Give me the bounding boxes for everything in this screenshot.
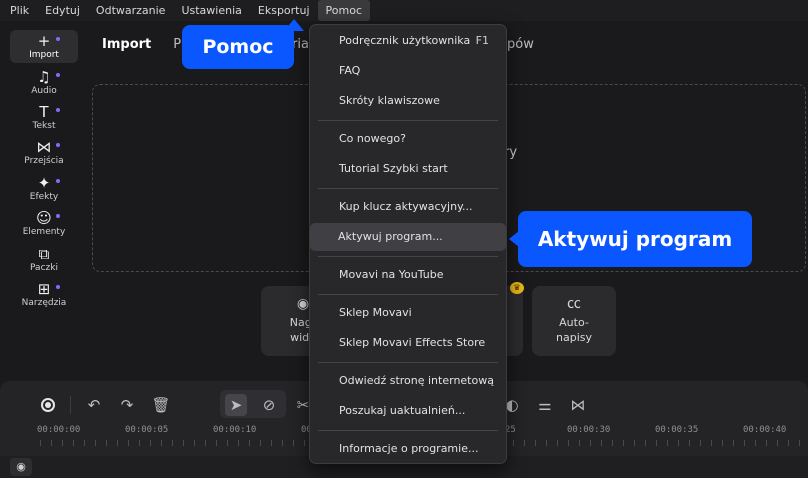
menu-item-movavi-store[interactable]: Sklep Movavi (311, 299, 505, 327)
menu-file[interactable]: Plik (0, 0, 37, 21)
menu-item-about[interactable]: Informacje o programie... (311, 435, 505, 463)
new-badge-dot (56, 179, 60, 183)
menu-separator (318, 120, 498, 121)
redo-button[interactable]: ↷ (116, 394, 138, 416)
sidebar-item-label: Audio (31, 86, 57, 96)
new-badge-dot (56, 214, 60, 218)
menu-item-user-manual[interactable]: Podręcznik użytkownika F1 (311, 27, 505, 55)
new-badge-dot (56, 73, 60, 77)
transitions-icon: ⋈ (36, 138, 52, 156)
new-badge-dot (56, 37, 60, 41)
select-tool-button[interactable]: ➤ (225, 394, 247, 416)
sidebar-item-label: Paczki (30, 263, 58, 273)
menu-item-whats-new[interactable]: Co nowego? (311, 125, 505, 153)
scissors-icon: ✂ (296, 396, 310, 414)
ruler-label: 00:00:40 (743, 425, 787, 435)
sidebar-item-elements[interactable]: ☺ Elementy (10, 207, 78, 240)
sidebar-item-label: Tekst (32, 121, 56, 131)
menu-export[interactable]: Eksportuj (250, 0, 318, 21)
sidebar-item-transitions[interactable]: ⋈ Przejścia (10, 136, 78, 169)
bowtie-icon: ⋈ (570, 396, 586, 414)
menu-separator (318, 256, 498, 257)
ruler-label: 00:00:00 (37, 425, 81, 435)
menu-playback[interactable]: Odtwarzanie (88, 0, 174, 21)
auto-captions-card[interactable]: ㏄ Auto- napisy (532, 286, 616, 356)
menu-item-keyboard-shortcuts[interactable]: Skróty klawiszowe (311, 87, 505, 115)
sidebar-item-text[interactable]: T Tekst (10, 101, 78, 134)
left-sidebar: + Import ♫ Audio T Tekst ⋈ Przejścia ✦ E… (0, 22, 88, 380)
menu-item-buy-activation-key[interactable]: Kup klucz aktywacyjny... (311, 193, 505, 221)
menu-item-quick-start-tutorial[interactable]: Tutorial Szybki start (311, 155, 505, 183)
undo-button[interactable]: ↶ (83, 394, 105, 416)
menu-bar: Plik Edytuj Odtwarzanie Ustawienia Ekspo… (0, 0, 808, 21)
plus-icon: + (37, 32, 51, 50)
record-icon (41, 398, 55, 412)
tools-icon: ⊞ (37, 280, 51, 298)
sidebar-item-import[interactable]: + Import (10, 30, 78, 63)
menu-edit[interactable]: Edytuj (37, 0, 88, 21)
menu-item-effects-store[interactable]: Sklep Movavi Effects Store (311, 329, 505, 357)
menu-separator (318, 362, 498, 363)
help-menu-dropdown: Podręcznik użytkownika F1 FAQ Skróty kla… (309, 24, 507, 464)
menu-item-label: Podręcznik użytkownika (339, 34, 471, 47)
menu-help[interactable]: Pomoc (317, 0, 370, 21)
card-label-line1: Auto- (559, 316, 589, 329)
callout-help-label: Pomoc (182, 25, 294, 69)
text-icon: T (39, 103, 49, 121)
eye-icon[interactable]: ◉ (10, 458, 32, 476)
delete-button[interactable]: 🗑 (150, 394, 172, 416)
card-label-line2: napisy (556, 331, 592, 344)
music-note-icon: ♫ (37, 68, 51, 86)
menu-item-check-updates[interactable]: Poszukaj uaktualnień... (311, 397, 505, 425)
menu-item-shortcut: F1 (475, 34, 489, 47)
sidebar-item-audio[interactable]: ♫ Audio (10, 66, 78, 99)
menu-settings[interactable]: Ustawienia (173, 0, 249, 21)
undo-icon: ↶ (87, 396, 101, 414)
sidebar-item-packages[interactable]: ⧉ Paczki (10, 243, 78, 276)
menu-separator (318, 188, 498, 189)
menu-item-activate-program[interactable]: Aktywuj program... (310, 223, 506, 251)
ruler-label: 00:00:35 (655, 425, 699, 435)
trash-icon: 🗑 (151, 396, 171, 414)
menu-separator (318, 294, 498, 295)
redo-icon: ↷ (120, 396, 134, 414)
record-button[interactable] (37, 394, 59, 416)
blade-tool-button[interactable]: ⊘ (258, 394, 280, 416)
new-badge-dot (56, 108, 60, 112)
menu-item-visit-website[interactable]: Odwiedź stronę internetową (311, 367, 505, 395)
new-badge-dot (56, 285, 60, 289)
ruler-label: 00:00:10 (213, 425, 257, 435)
sidebar-item-label: Efekty (29, 192, 59, 202)
transition-wizard-button[interactable]: ⋈ (567, 394, 589, 416)
sidebar-item-effects[interactable]: ✦ Efekty (10, 172, 78, 205)
menu-separator (318, 430, 498, 431)
new-badge-dot (56, 143, 60, 147)
cursor-icon: ➤ (229, 396, 243, 414)
sliders-icon: ⚌ (538, 396, 552, 414)
sidebar-item-tools[interactable]: ⊞ Narzędzia (10, 278, 78, 311)
tab-samples-partial[interactable]: pów (507, 37, 534, 52)
sidebar-item-label: Przejścia (24, 156, 64, 166)
ruler-label: 00:00:30 (567, 425, 611, 435)
captions-icon: ㏄ (567, 296, 581, 312)
no-entry-icon: ⊘ (262, 396, 276, 414)
ruler-label: 00:00:05 (125, 425, 169, 435)
sidebar-item-label: Elementy (22, 227, 66, 237)
circle-info-icon: ◐ (505, 396, 519, 414)
smiley-icon: ☺ (36, 209, 52, 227)
menu-item-faq[interactable]: FAQ (311, 57, 505, 85)
toolbar-separator (70, 396, 71, 414)
sidebar-item-label: Import (29, 50, 59, 60)
adjust-button[interactable]: ⚌ (534, 394, 556, 416)
tab-import[interactable]: Import (102, 37, 151, 57)
effects-sparkle-icon: ✦ (37, 174, 51, 192)
premium-crown-icon: ♛ (510, 282, 524, 294)
sidebar-item-label: Narzędzia (21, 298, 67, 308)
callout-activate-label: Aktywuj program (509, 211, 752, 267)
menu-item-movavi-youtube[interactable]: Movavi na YouTube (311, 261, 505, 289)
packages-icon: ⧉ (38, 245, 50, 263)
webcam-icon: ◉ (296, 296, 310, 312)
